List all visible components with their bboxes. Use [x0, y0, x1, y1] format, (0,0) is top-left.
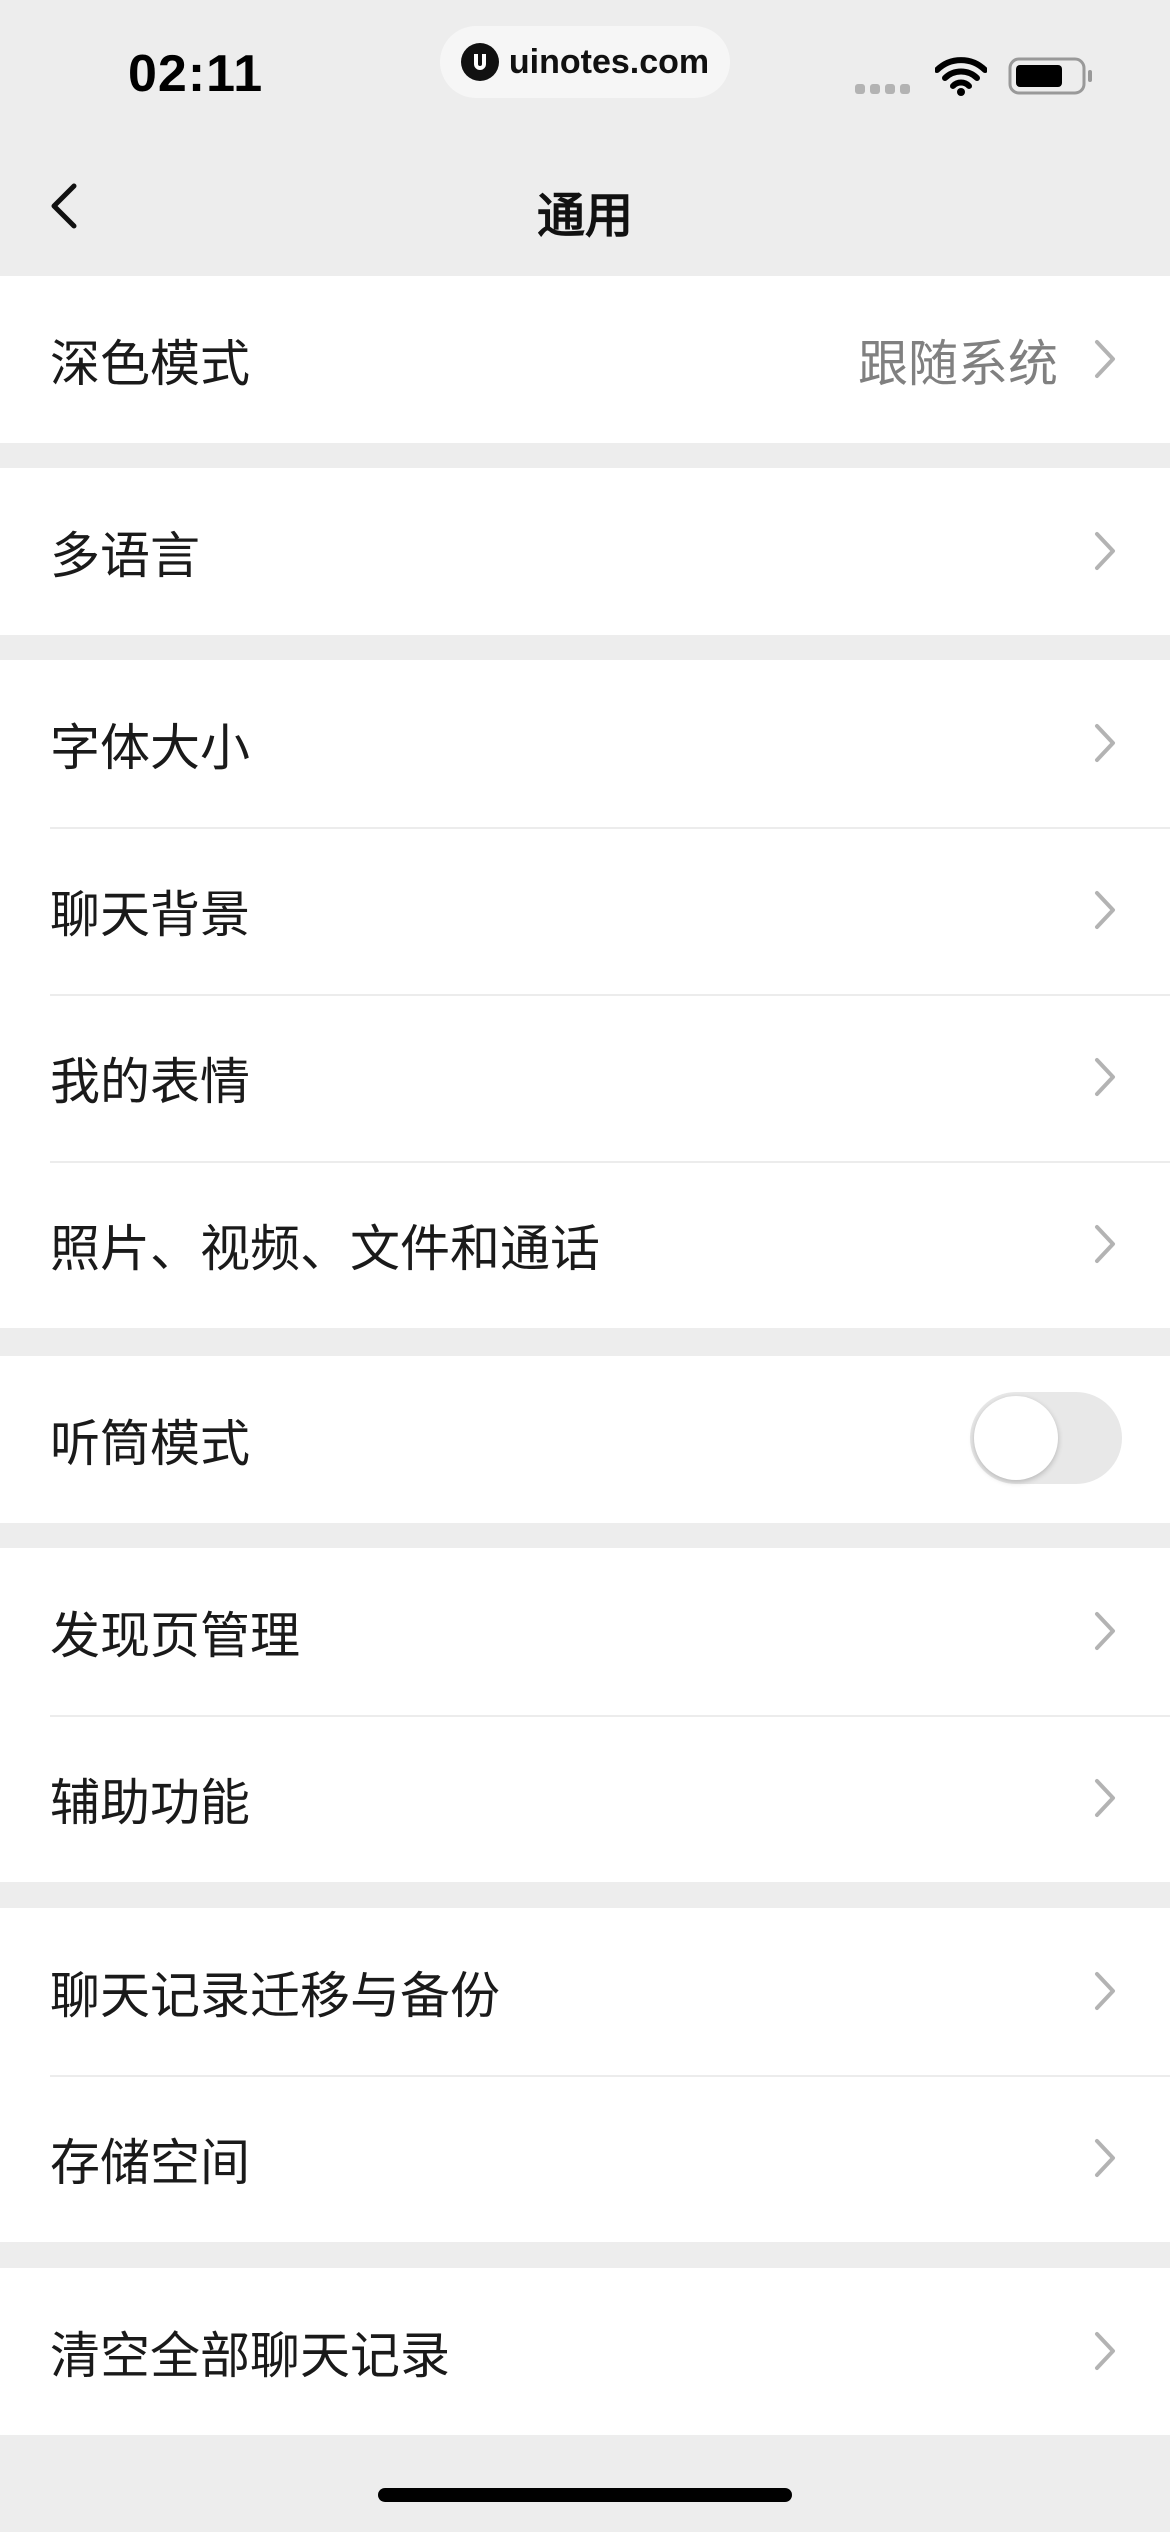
chevron-right-icon — [1095, 532, 1115, 570]
row-earpiece-mode: 听筒模式 — [0, 1356, 1170, 1523]
chevron-right-icon — [1095, 1225, 1115, 1263]
url-text: uinotes.com — [508, 42, 710, 81]
row-label: 存储空间 — [50, 2133, 250, 2192]
site-logo-icon — [460, 43, 499, 81]
row-label: 多语言 — [50, 526, 200, 585]
row-chat-backup[interactable]: 聊天记录迁移与备份 — [0, 1908, 1170, 2075]
group-language: 多语言 — [0, 468, 1170, 635]
group-display: 字体大小 聊天背景 我的表情 照片、视频、文件和通话 — [0, 660, 1170, 1328]
row-value: 跟随系统 — [858, 334, 1058, 393]
row-language[interactable]: 多语言 — [0, 468, 1170, 635]
group-clear-history: 清空全部聊天记录 — [0, 2268, 1170, 2435]
chevron-right-icon — [1095, 1058, 1115, 1096]
chevron-right-icon — [1095, 891, 1115, 929]
chevron-right-icon — [1095, 2332, 1115, 2370]
chevron-right-icon — [1095, 2139, 1115, 2177]
chevron-right-icon — [1095, 1612, 1115, 1650]
row-label: 清空全部聊天记录 — [50, 2326, 450, 2385]
row-font-size[interactable]: 字体大小 — [0, 660, 1170, 827]
group-earpiece: 听筒模式 — [0, 1356, 1170, 1523]
earpiece-mode-toggle[interactable] — [970, 1392, 1122, 1484]
row-accessibility[interactable]: 辅助功能 — [0, 1715, 1170, 1882]
row-storage-space[interactable]: 存储空间 — [0, 2075, 1170, 2242]
row-label: 深色模式 — [50, 334, 250, 393]
chevron-right-icon — [1095, 1779, 1115, 1817]
status-time: 02:11 — [128, 45, 264, 103]
home-indicator[interactable] — [378, 2488, 792, 2502]
row-clear-chat-history[interactable]: 清空全部聊天记录 — [0, 2268, 1170, 2435]
wifi-icon — [934, 56, 988, 100]
nav-bar: 通用 — [0, 140, 1170, 276]
group-dark-mode: 深色模式 跟随系统 — [0, 276, 1170, 443]
row-chat-background[interactable]: 聊天背景 — [0, 827, 1170, 994]
row-my-stickers[interactable]: 我的表情 — [0, 994, 1170, 1161]
chevron-right-icon — [1095, 1972, 1115, 2010]
group-features: 发现页管理 辅助功能 — [0, 1548, 1170, 1882]
status-bar: 02:11 uinotes.com — [0, 0, 1170, 140]
row-label: 我的表情 — [50, 1052, 250, 1111]
row-label: 字体大小 — [50, 718, 250, 777]
row-label: 照片、视频、文件和通话 — [50, 1219, 600, 1278]
url-pill[interactable]: uinotes.com — [440, 26, 730, 98]
row-label: 发现页管理 — [50, 1606, 300, 1665]
row-discover-management[interactable]: 发现页管理 — [0, 1548, 1170, 1715]
chevron-right-icon — [1095, 724, 1115, 762]
row-label: 听筒模式 — [50, 1414, 250, 1473]
toggle-knob — [974, 1396, 1058, 1480]
row-label: 辅助功能 — [50, 1773, 250, 1832]
chevron-right-icon — [1095, 340, 1115, 378]
row-label: 聊天记录迁移与备份 — [50, 1966, 500, 2025]
signal-icon — [855, 84, 910, 94]
group-storage: 聊天记录迁移与备份 存储空间 — [0, 1908, 1170, 2242]
page-title: 通用 — [536, 188, 633, 244]
row-dark-mode[interactable]: 深色模式 跟随系统 — [0, 276, 1170, 443]
battery-icon — [1008, 56, 1094, 100]
row-media-files-calls[interactable]: 照片、视频、文件和通话 — [0, 1161, 1170, 1328]
row-label: 聊天背景 — [50, 885, 250, 944]
